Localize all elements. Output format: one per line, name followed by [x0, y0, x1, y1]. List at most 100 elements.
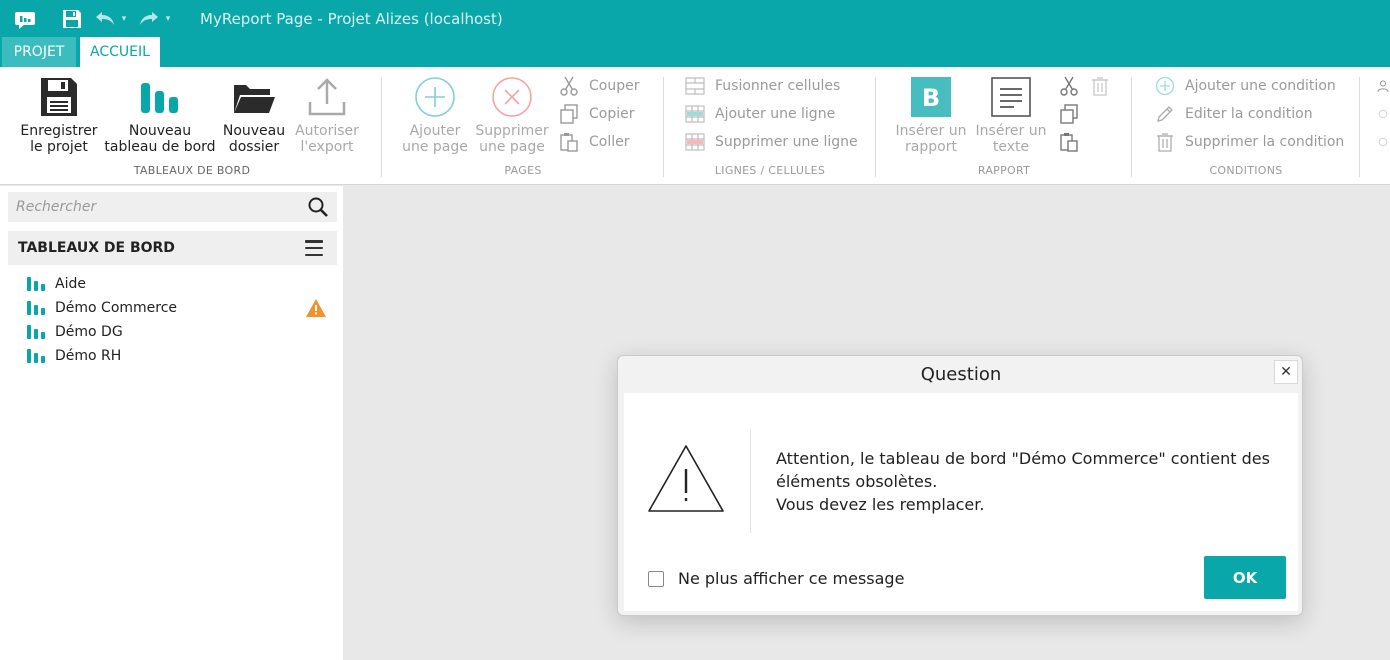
- delete-condition-label: Supprimer la condition: [1185, 134, 1345, 150]
- insert-text-button[interactable]: Insérer un texte: [972, 75, 1050, 155]
- dialog-body: Attention, le tableau de bord "Démo Comm…: [624, 393, 1298, 611]
- warning-triangle-icon: [646, 443, 726, 515]
- dashboard-item-demo-dg[interactable]: Démo DG: [26, 321, 331, 343]
- search-icon[interactable]: [307, 196, 329, 218]
- export-upload-icon: [305, 75, 349, 119]
- delete-row-label: Supprimer une ligne: [715, 134, 858, 150]
- window-title: MyReport Page - Projet Alizes (localhost…: [200, 9, 503, 28]
- dashboard-icon: [26, 300, 48, 316]
- dashboards-header: TABLEAUX DE BORD: [8, 231, 337, 265]
- undo-icon[interactable]: [94, 10, 116, 28]
- copy-label: Copier: [589, 106, 635, 122]
- user-icon[interactable]: [1376, 75, 1390, 97]
- delete-row-icon: [684, 132, 706, 152]
- search-input[interactable]: [16, 199, 296, 215]
- dashboard-item-label: Démo Commerce: [55, 300, 178, 316]
- undo-dropdown-icon[interactable]: ▾: [120, 10, 128, 28]
- ribbon-separator: [663, 77, 664, 177]
- trash-icon[interactable]: [1089, 75, 1111, 97]
- add-circle-icon: [413, 75, 457, 119]
- copy-icon: [558, 104, 580, 124]
- dashboard-item-label: Démo RH: [55, 348, 122, 364]
- ribbon-tabs: PROJET ACCUEIL: [0, 37, 1390, 67]
- insert-report-label: Insérer un rapport: [895, 123, 967, 155]
- cut-button[interactable]: Couper: [558, 76, 639, 96]
- dashboard-item-demo-commerce[interactable]: Démo Commerce: [26, 297, 331, 319]
- checkbox-box[interactable]: [648, 570, 664, 587]
- dont-show-again-checkbox[interactable]: Ne plus afficher ce message: [648, 569, 904, 588]
- text-document-icon: [989, 75, 1033, 119]
- save-icon[interactable]: [62, 9, 82, 29]
- floppy-disk-icon: [37, 75, 81, 119]
- merge-cells-button[interactable]: Fusionner cellules: [684, 76, 840, 96]
- search-box: [8, 192, 337, 222]
- group-label-conditions: CONDITIONS: [1209, 164, 1283, 177]
- dialog-separator: [750, 429, 751, 533]
- save-project-button[interactable]: Enregistrer le projet: [20, 75, 98, 155]
- dashboard-item-demo-rh[interactable]: Démo RH: [26, 345, 331, 367]
- delete-page-label: Supprimer une page: [475, 123, 549, 155]
- add-row-button[interactable]: Ajouter une ligne: [684, 104, 835, 124]
- group-label-rapport: RAPPORT: [977, 164, 1031, 177]
- redo-icon[interactable]: [138, 10, 160, 28]
- delete-condition-button[interactable]: Supprimer la condition: [1154, 132, 1344, 152]
- new-dashboard-button[interactable]: Nouveau tableau de bord: [104, 75, 216, 155]
- allow-export-label: Autoriser l'export: [295, 123, 359, 155]
- tab-accueil[interactable]: ACCUEIL: [80, 37, 160, 67]
- question-dialog: Question ✕ Attention, le tableau de bord…: [617, 355, 1303, 616]
- insert-text-label: Insérer un texte: [975, 123, 1047, 155]
- dashboard-item-label: Aide: [55, 276, 86, 292]
- hamburger-menu-icon[interactable]: [305, 240, 323, 256]
- folder-icon: [232, 75, 276, 119]
- dashboard-icon: [26, 324, 48, 340]
- title-bar: ▾ ▾ MyReport Page - Projet Alizes (local…: [0, 0, 1390, 37]
- edit-condition-label: Editer la condition: [1185, 106, 1313, 122]
- add-circle-icon: [1154, 76, 1176, 96]
- quick-access-toolbar: ▾ ▾: [0, 0, 172, 37]
- copy-button[interactable]: Copier: [558, 104, 635, 124]
- paste-icon: [558, 132, 580, 152]
- add-row-icon: [684, 104, 706, 124]
- group-label-lignes-cellules: LIGNES / CELLULES: [714, 164, 826, 177]
- new-folder-label: Nouveau dossier: [222, 123, 286, 155]
- add-page-button[interactable]: Ajouter une page: [398, 75, 472, 155]
- new-folder-button[interactable]: Nouveau dossier: [220, 75, 288, 155]
- sidebar: TABLEAUX DE BORD Aide Démo Commerce Démo…: [0, 186, 343, 660]
- app-logo-icon[interactable]: [14, 8, 36, 30]
- bar-chart-icon: [138, 75, 182, 119]
- delete-page-button[interactable]: Supprimer une page: [474, 75, 550, 155]
- scissors-icon: [558, 76, 580, 96]
- copy-icon[interactable]: [1058, 103, 1080, 125]
- pencil-icon: [1154, 104, 1176, 124]
- add-condition-label: Ajouter une condition: [1185, 78, 1336, 94]
- dialog-message-line-1: Attention, le tableau de bord "Démo Comm…: [776, 449, 1270, 491]
- cut-label: Couper: [589, 78, 640, 94]
- dialog-title: Question: [920, 363, 1002, 385]
- customize-toolbar-icon[interactable]: ▾: [164, 10, 172, 28]
- delete-row-button[interactable]: Supprimer une ligne: [684, 132, 858, 152]
- allow-export-button[interactable]: Autoriser l'export: [292, 75, 362, 155]
- svg-text:B: B: [922, 84, 940, 112]
- paste-icon[interactable]: [1058, 131, 1080, 153]
- gear-icon[interactable]: [1376, 131, 1390, 153]
- trash-icon: [1154, 132, 1176, 152]
- ok-button[interactable]: OK: [1204, 556, 1286, 599]
- group-label-pages: PAGES: [504, 164, 542, 177]
- dashboard-item-aide[interactable]: Aide: [26, 273, 331, 295]
- dashboards-header-title: TABLEAUX DE BORD: [18, 240, 175, 256]
- edit-condition-button[interactable]: Editer la condition: [1154, 104, 1313, 124]
- close-button[interactable]: ✕: [1274, 360, 1298, 384]
- settings-icon[interactable]: [1376, 103, 1390, 125]
- add-page-label: Ajouter une page: [402, 123, 468, 155]
- ribbon-separator: [381, 77, 382, 177]
- scissors-icon[interactable]: [1058, 75, 1080, 97]
- ribbon: Enregistrer le projet Nouveau tableau de…: [0, 67, 1390, 185]
- new-dashboard-label: Nouveau tableau de bord: [104, 123, 216, 155]
- dialog-message-line-2: Vous devez les remplacer.: [776, 495, 985, 514]
- dialog-message: Attention, le tableau de bord "Démo Comm…: [776, 447, 1276, 516]
- remove-circle-icon: [490, 75, 534, 119]
- add-condition-button[interactable]: Ajouter une condition: [1154, 76, 1336, 96]
- paste-button[interactable]: Coller: [558, 132, 630, 152]
- tab-projet[interactable]: PROJET: [2, 37, 76, 67]
- insert-report-button[interactable]: B Insérer un rapport: [892, 75, 970, 155]
